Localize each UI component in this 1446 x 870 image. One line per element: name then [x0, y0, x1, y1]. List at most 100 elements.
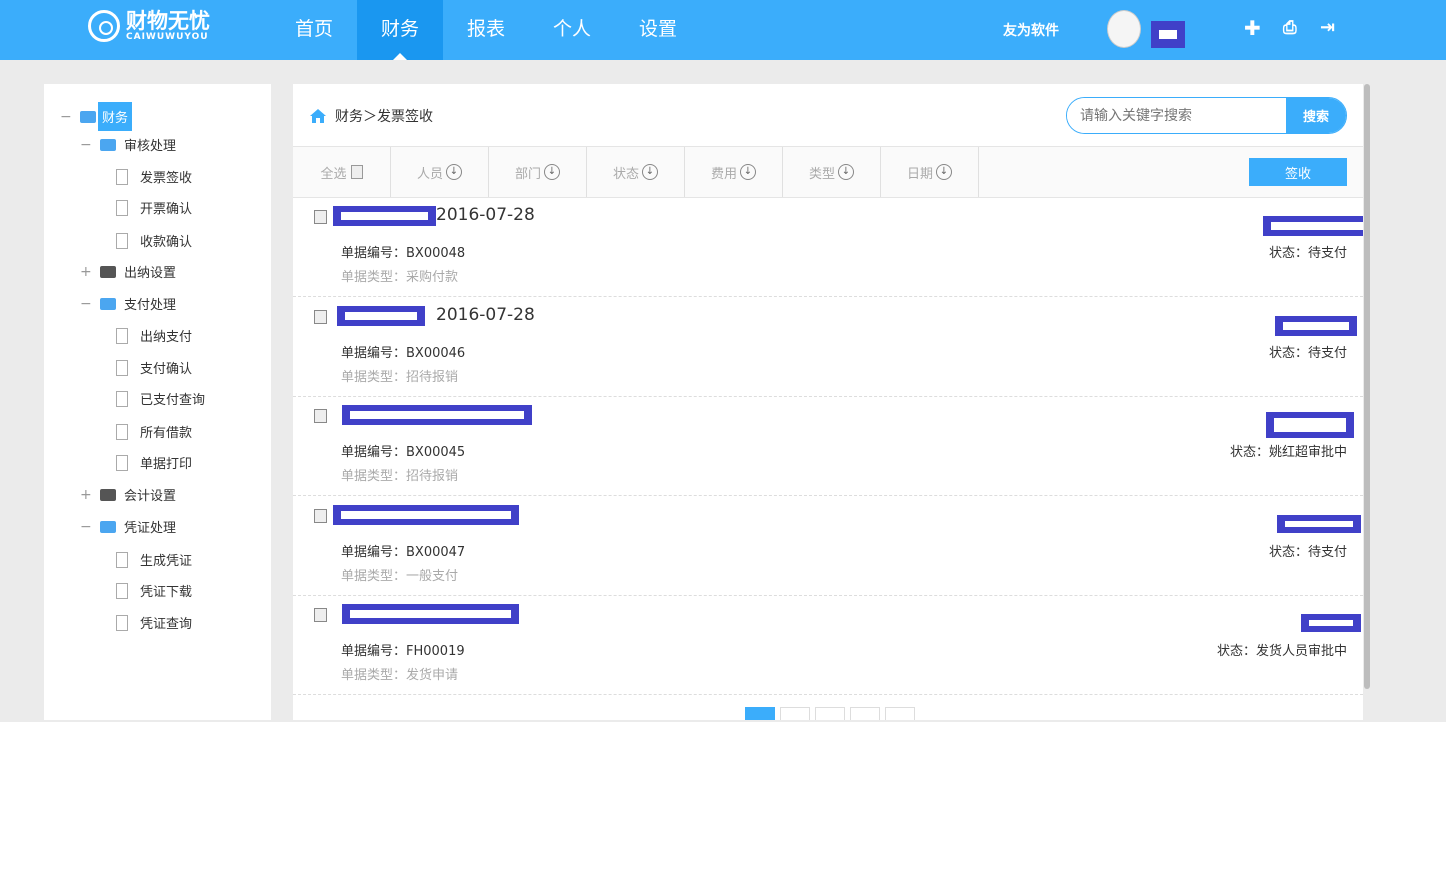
- folder-icon: [100, 488, 116, 501]
- sidebar-item[interactable]: 发票签收: [116, 167, 192, 186]
- plus-icon[interactable]: ✚: [1244, 16, 1261, 40]
- sort-down-icon[interactable]: ↓: [936, 164, 952, 180]
- sort-column[interactable]: 部门 ↓: [489, 147, 587, 197]
- sidebar-item[interactable]: 所有借款: [116, 422, 192, 441]
- select-all[interactable]: 全选: [293, 147, 391, 197]
- sidebar-item-label: 出纳设置: [124, 266, 177, 281]
- nav-item[interactable]: 个人: [529, 0, 615, 60]
- select-all-checkbox[interactable]: [350, 165, 363, 179]
- sidebar-item[interactable]: + 会计设置: [80, 485, 177, 505]
- redacted-amount: [1263, 216, 1363, 236]
- logout-icon[interactable]: ⇥: [1320, 17, 1335, 38]
- file-icon: [116, 614, 128, 631]
- record-date: 2016-07-28: [436, 205, 535, 225]
- nav-item[interactable]: 首页: [271, 0, 357, 60]
- file-icon: [116, 454, 128, 471]
- redacted-amount: [1275, 315, 1357, 336]
- record-row[interactable]: 单据编号：BX00047 单据类型：一般支付 状态：待支付: [293, 497, 1363, 596]
- sidebar-item[interactable]: 开票确认: [116, 198, 192, 217]
- breadcrumb-text: 财务＞发票签收: [335, 109, 433, 125]
- record-checkbox[interactable]: [314, 608, 327, 622]
- sidebar-item-label: 审核处理: [124, 139, 177, 154]
- sort-column[interactable]: 状态 ↓: [587, 147, 685, 197]
- search-input[interactable]: [1067, 98, 1286, 133]
- nav-item[interactable]: 财务: [357, 0, 443, 60]
- expand-icon[interactable]: +: [80, 487, 92, 503]
- search-box: 搜索: [1066, 97, 1347, 134]
- nav-item[interactable]: 设置: [615, 0, 701, 60]
- record-checkbox[interactable]: [314, 210, 327, 224]
- file-icon: [116, 199, 128, 216]
- record-checkbox[interactable]: [314, 508, 327, 523]
- sidebar-item[interactable]: − 财务: [60, 102, 133, 131]
- record-number: 单据编号：BX00047: [341, 544, 466, 560]
- sort-column[interactable]: 人员 ↓: [391, 147, 489, 197]
- record-row[interactable]: 单据编号：FH00019 单据类型：发货申请 状态：发货人员审批中: [293, 596, 1363, 695]
- sort-down-icon[interactable]: ↓: [642, 164, 658, 180]
- redacted-title: [342, 604, 519, 624]
- sidebar-item[interactable]: − 支付处理: [80, 294, 177, 314]
- sidebar-item-label: 会计设置: [124, 489, 177, 504]
- record-type: 单据类型：发货申请: [341, 668, 459, 683]
- collapse-icon[interactable]: −: [80, 519, 92, 535]
- file-icon: [116, 168, 128, 185]
- record-type: 单据类型：招待报销: [341, 469, 459, 484]
- sign-button[interactable]: 签收: [1249, 158, 1347, 186]
- sidebar-item[interactable]: 出纳支付: [116, 326, 192, 345]
- sidebar-item[interactable]: 凭证下载: [116, 581, 192, 600]
- page-button[interactable]: [815, 707, 845, 720]
- sidebar-item-label: 支付确认: [140, 362, 193, 377]
- page-button[interactable]: [850, 707, 880, 720]
- sort-down-icon[interactable]: ↓: [740, 164, 756, 180]
- sidebar-item-label: 生成凭证: [140, 554, 193, 569]
- sidebar-item[interactable]: 支付确认: [116, 358, 192, 377]
- search-button[interactable]: 搜索: [1286, 98, 1346, 133]
- print-icon[interactable]: ⎙: [1283, 18, 1297, 38]
- record-type: 单据类型：招待报销: [341, 369, 459, 385]
- expand-icon[interactable]: +: [80, 264, 92, 280]
- sidebar-item-label: 凭证查询: [140, 617, 193, 632]
- record-row[interactable]: 2016-07-28 单据编号：BX00048 单据类型：采购付款 状态：待支付: [293, 198, 1363, 297]
- page-button[interactable]: [885, 707, 915, 720]
- main-panel: 财务＞发票签收 搜索 全选 人员↓部门↓状态↓费用↓类型↓日期↓ 签收 2016…: [293, 84, 1363, 720]
- sort-column[interactable]: 类型 ↓: [783, 147, 881, 197]
- sidebar-item[interactable]: 已支付查询: [116, 389, 205, 408]
- sidebar-item[interactable]: 收款确认: [116, 231, 192, 250]
- sidebar-item-label: 支付处理: [124, 298, 177, 313]
- sidebar-item-label: 单据打印: [140, 457, 193, 472]
- scrollbar[interactable]: [1364, 84, 1370, 689]
- page-button[interactable]: [745, 707, 775, 720]
- file-icon: [116, 551, 128, 568]
- collapse-icon[interactable]: −: [80, 137, 92, 153]
- sidebar-item[interactable]: + 出纳设置: [80, 262, 177, 282]
- sidebar-item[interactable]: − 凭证处理: [80, 517, 176, 537]
- sidebar-item-label: 收款确认: [140, 235, 193, 250]
- sort-column[interactable]: 费用 ↓: [685, 147, 783, 197]
- record-row[interactable]: 2016-07-28 单据编号：BX00046 单据类型：招待报销 状态：待支付: [293, 298, 1363, 397]
- sort-down-icon[interactable]: ↓: [544, 164, 560, 180]
- nav-item[interactable]: 报表: [443, 0, 529, 60]
- top-bar: 财物无忧 CAIWUWUYOU 首页 财务 报表 个人 设置 友为软件 ✚ ⎙ ⇥: [0, 0, 1446, 60]
- logo[interactable]: 财物无忧 CAIWUWUYOU: [88, 10, 210, 42]
- record-row[interactable]: 单据编号：BX00045 单据类型：招待报销 状态：姚红超审批中: [293, 397, 1363, 496]
- select-all-label: 全选: [320, 166, 347, 182]
- sidebar-item[interactable]: 单据打印: [116, 453, 192, 472]
- record-checkbox[interactable]: [314, 409, 327, 423]
- sidebar-item[interactable]: 生成凭证: [116, 550, 192, 569]
- sidebar-item[interactable]: 凭证查询: [116, 613, 192, 632]
- sort-down-icon[interactable]: ↓: [446, 164, 462, 180]
- record-status: 状态：待支付: [1268, 544, 1347, 560]
- home-icon[interactable]: [309, 108, 327, 124]
- sidebar-item-label: 凭证下载: [140, 585, 193, 600]
- page-button[interactable]: [780, 707, 810, 720]
- record-status: 状态：姚红超审批中: [1229, 445, 1347, 460]
- record-checkbox[interactable]: [314, 309, 327, 324]
- collapse-icon[interactable]: −: [60, 109, 72, 125]
- record-status: 状态：发货人员审批中: [1216, 644, 1347, 659]
- collapse-icon[interactable]: −: [80, 296, 92, 312]
- avatar[interactable]: [1107, 10, 1141, 48]
- sort-down-icon[interactable]: ↓: [838, 164, 854, 180]
- main-nav: 首页 财务 报表 个人 设置: [271, 0, 701, 60]
- sort-column[interactable]: 日期 ↓: [881, 147, 979, 197]
- sidebar-item[interactable]: − 审核处理: [80, 135, 177, 155]
